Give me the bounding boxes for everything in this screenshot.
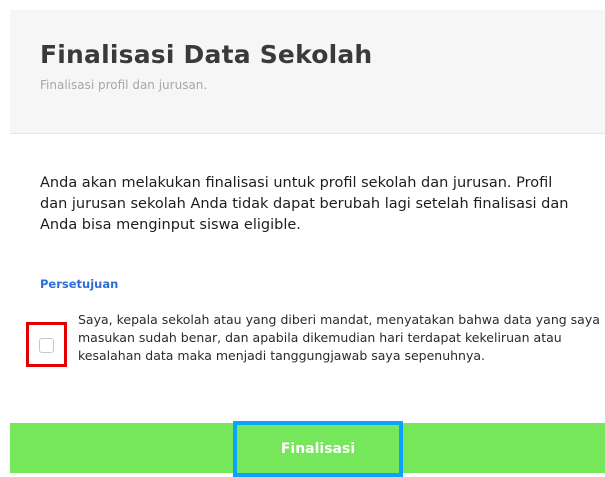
page-title: Finalisasi Data Sekolah [40,40,373,69]
consent-checkbox[interactable] [39,338,54,353]
finalization-message: Anda akan melakukan finalisasi untuk pro… [40,175,569,233]
page-subtitle: Finalisasi profil dan jurusan. [40,78,208,92]
consent-section-label: Persetujuan [40,277,119,291]
checkbox-highlight-box [26,322,67,367]
modal-header: Finalisasi Data Sekolah Finalisasi profi… [10,10,605,134]
consent-row: Saya, kepala sekolah atau yang diberi ma… [26,304,600,394]
finalize-button-highlight [233,421,403,477]
consent-label: Saya, kepala sekolah atau yang diberi ma… [78,312,600,363]
finalization-modal: Finalisasi Data Sekolah Finalisasi profi… [0,0,605,477]
